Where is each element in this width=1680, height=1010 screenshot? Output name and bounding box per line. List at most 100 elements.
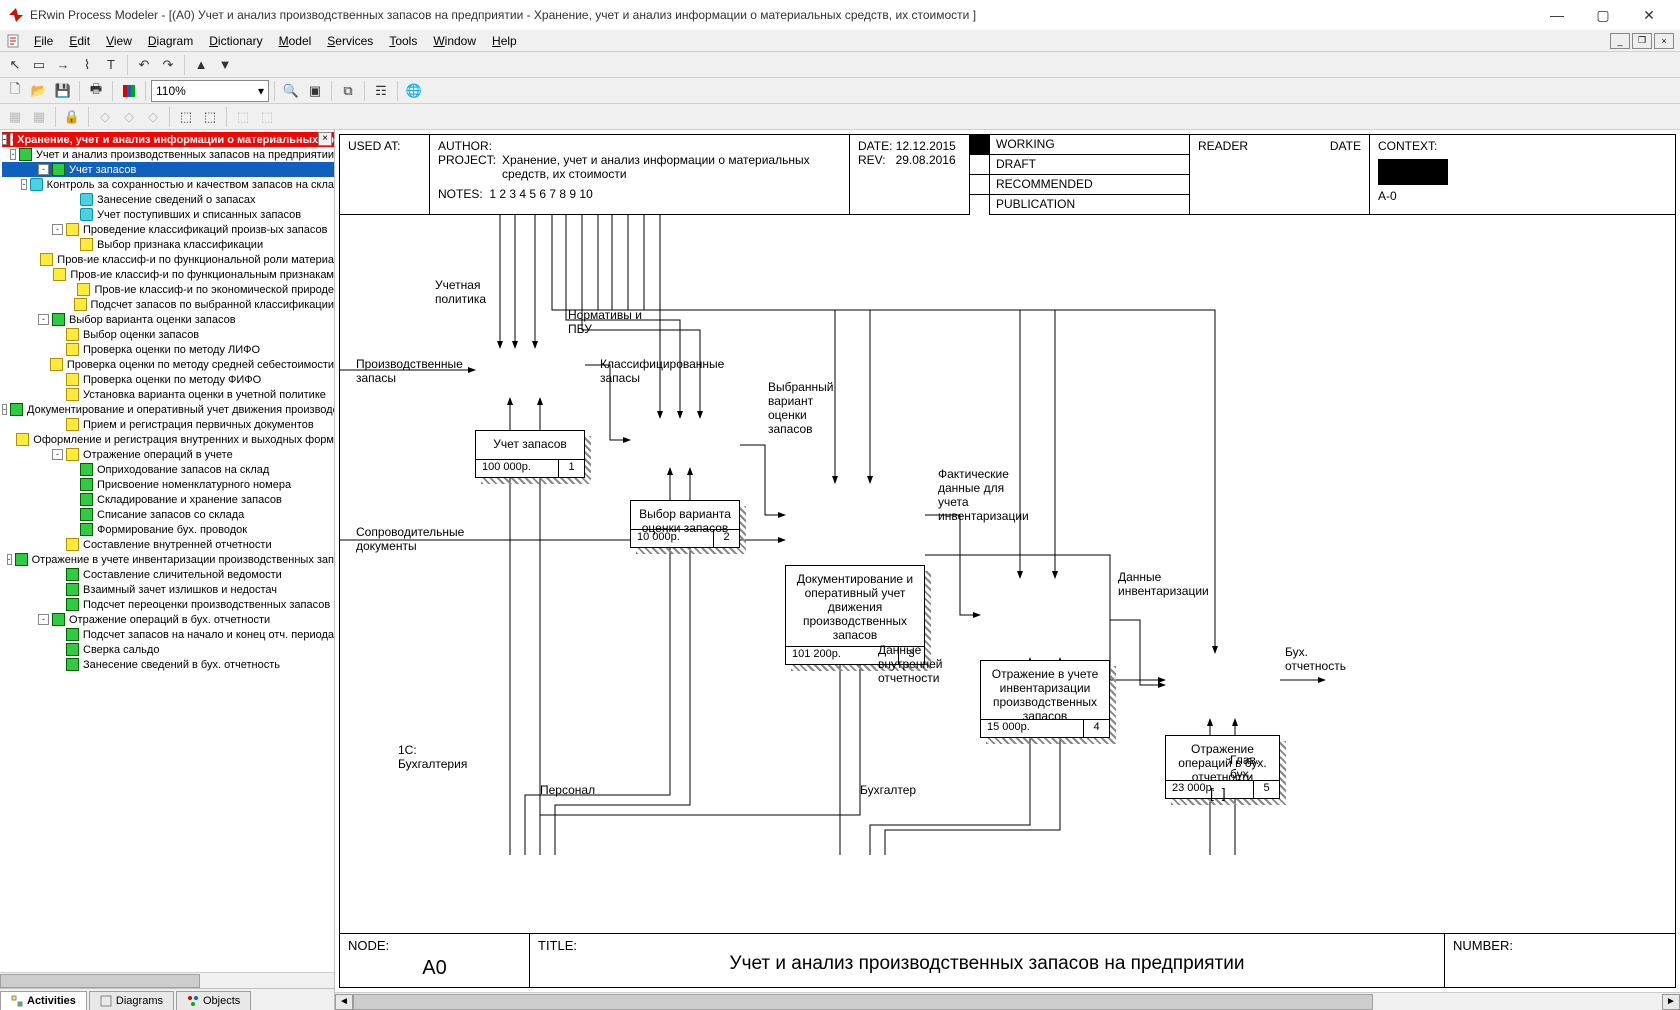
tree-node-14[interactable]: Проверка оценки по методу средней себест… — [2, 357, 334, 372]
tb3-8: ⬚ — [232, 106, 254, 128]
status-recommended: RECOMMENDED — [990, 175, 1189, 194]
print-button[interactable]: 🖶 — [85, 80, 107, 102]
tree-node-19[interactable]: Оформление и регистрация внутренних и вы… — [2, 432, 334, 447]
activity-box-2[interactable]: Выбор варианта оценки запасов10 000р.2 — [630, 500, 740, 548]
activity-tree[interactable]: -Хранение, учет и анализ информации о ма… — [0, 130, 334, 972]
label-class: Классифицированные запасы — [600, 357, 724, 385]
tab-diagrams[interactable]: Diagrams — [89, 991, 174, 1010]
pointer-tool[interactable]: ↖ — [4, 54, 26, 76]
tree-node-30[interactable]: Подсчет переоценки производственных запа… — [2, 597, 334, 612]
menu-services[interactable]: Services — [319, 32, 381, 50]
tree-node-0[interactable]: -Учет и анализ производственных запасов … — [2, 147, 334, 162]
diagram-canvas[interactable]: USED AT: AUTHOR: PROJECT:Хранение, учет … — [335, 130, 1680, 1010]
arrow-tool[interactable]: → — [52, 54, 74, 76]
tree-node-2[interactable]: -Контроль за сохранностью и качеством за… — [2, 177, 334, 192]
label-soprov: Сопроводительные документы — [356, 525, 464, 553]
tree-node-22[interactable]: Присвоение номенклатурного номера — [2, 477, 334, 492]
tree-node-34[interactable]: Занесение сведений в бух. отчетность — [2, 657, 334, 672]
menu-view[interactable]: View — [98, 32, 140, 50]
menu-window[interactable]: Window — [425, 32, 484, 50]
tree-node-29[interactable]: Взаимный зачет излишков и недостач — [2, 582, 334, 597]
header-project: Хранение, учет и анализ информации о мат… — [502, 153, 822, 181]
tree-node-13[interactable]: Проверка оценки по методу ЛИФО — [2, 342, 334, 357]
tree-node-16[interactable]: Установка варианта оценки в учетной поли… — [2, 387, 334, 402]
palette-button[interactable] — [118, 80, 140, 102]
undo-tool[interactable]: ↶ — [133, 54, 155, 76]
zoom-select[interactable]: 110%▾ — [151, 80, 269, 102]
tree-node-23[interactable]: Складирование и хранение запасов — [2, 492, 334, 507]
tree-node-3[interactable]: Занесение сведений о запасах — [2, 192, 334, 207]
tree-node-9[interactable]: Пров-ие классиф-и по экономической приро… — [2, 282, 334, 297]
tree-node-28[interactable]: Составление сличительной ведомости — [2, 567, 334, 582]
menu-file[interactable]: File — [26, 32, 61, 50]
tree-node-1[interactable]: -Учет запасов — [2, 162, 334, 177]
tree-node-8[interactable]: Пров-ие классиф-и по функциональным приз… — [2, 267, 334, 282]
activity-tool[interactable]: ▭ — [28, 54, 50, 76]
menu-diagram[interactable]: Diagram — [140, 32, 201, 50]
tree-node-20[interactable]: -Отражение операций в учете — [2, 447, 334, 462]
titlebar: ERwin Process Modeler - [(A0) Учет и ана… — [0, 0, 1680, 30]
label-person: Персонал — [540, 783, 595, 797]
menu-tools[interactable]: Tools — [381, 32, 425, 50]
label-prod: Производственные запасы — [356, 357, 463, 385]
tree-node-27[interactable]: -Отражение в учете инвентаризации произв… — [2, 552, 334, 567]
maximize-button[interactable]: ▢ — [1580, 0, 1626, 30]
tree-node-6[interactable]: Выбор признака классификации — [2, 237, 334, 252]
new-button[interactable]: 🗋 — [4, 80, 26, 102]
redo-tool[interactable]: ↷ — [157, 54, 179, 76]
activity-box-1[interactable]: Учет запасов100 000р.1 — [475, 430, 585, 478]
minimize-button[interactable]: — — [1534, 0, 1580, 30]
header-date: 12.12.2015 — [896, 139, 956, 153]
explorer-close[interactable]: × — [318, 132, 332, 146]
tb3-6[interactable]: ⬚ — [175, 106, 197, 128]
tab-objects[interactable]: Objects — [176, 991, 251, 1010]
tree-node-5[interactable]: -Проведение классификаций произв-ых запа… — [2, 222, 334, 237]
tree-node-10[interactable]: Подсчет запасов по выбранной классификац… — [2, 297, 334, 312]
tree-node-21[interactable]: Оприходование запасов на склад — [2, 462, 334, 477]
text-tool[interactable]: T — [100, 54, 122, 76]
tree-node-7[interactable]: Пров-ие классиф-и по функциональной роли… — [2, 252, 334, 267]
mdi-close[interactable]: × — [1654, 33, 1674, 49]
menu-dictionary[interactable]: Dictionary — [201, 32, 270, 50]
activity-box-4[interactable]: Отражение в учете инвентаризации произво… — [980, 660, 1110, 738]
header-rev: 29.08.2016 — [896, 153, 956, 167]
model-explorer-button[interactable]: ⧉ — [337, 80, 359, 102]
zoom-in-button[interactable]: 🔍 — [280, 80, 302, 102]
goto-child-tool[interactable]: ▼ — [214, 54, 236, 76]
tree-node-18[interactable]: Прием и регистрация первичных документов — [2, 417, 334, 432]
tb3-7[interactable]: ⬚ — [199, 106, 221, 128]
mdi-restore[interactable]: ❐ — [1632, 33, 1652, 49]
tree-root[interactable]: -Хранение, учет и анализ информации о ма… — [2, 132, 334, 147]
mdi-minimize[interactable]: _ — [1610, 33, 1630, 49]
spell-button[interactable]: 🌐 — [403, 80, 425, 102]
tree-node-11[interactable]: -Выбор варианта оценки запасов — [2, 312, 334, 327]
tree-node-17[interactable]: -Документирование и оперативный учет дви… — [2, 402, 334, 417]
menu-help[interactable]: Help — [484, 32, 525, 50]
tree-node-24[interactable]: Списание запасов со склада — [2, 507, 334, 522]
status-publication: PUBLICATION — [990, 195, 1189, 215]
tree-node-26[interactable]: Составление внутренней отчетности — [2, 537, 334, 552]
tree-node-15[interactable]: Проверка оценки по методу ФИФО — [2, 372, 334, 387]
tree-scrollbar[interactable] — [0, 972, 334, 988]
label-norm: Нормативы и ПБУ — [568, 308, 642, 336]
tree-node-31[interactable]: -Отражение операций в бух. отчетности — [2, 612, 334, 627]
tunnel-marks: [ ] — [1210, 785, 1228, 801]
goto-parent-tool[interactable]: ▲ — [190, 54, 212, 76]
close-button[interactable]: ✕ — [1626, 0, 1672, 30]
menu-model[interactable]: Model — [271, 32, 320, 50]
zoom-fit-button[interactable]: ▣ — [304, 80, 326, 102]
label-1c: 1С: Бухгалтерия — [398, 743, 467, 771]
save-button[interactable]: 💾 — [52, 80, 74, 102]
tree-node-25[interactable]: Формирование бух. проводок — [2, 522, 334, 537]
tree-node-4[interactable]: Учет поступивших и списанных запасов — [2, 207, 334, 222]
squiggle-tool[interactable]: ⌇ — [76, 54, 98, 76]
header-used-at: USED AT: — [340, 135, 430, 214]
tree-node-32[interactable]: Подсчет запасов на начало и конец отч. п… — [2, 627, 334, 642]
tree-node-12[interactable]: Выбор оценки запасов — [2, 327, 334, 342]
canvas-scrollbar[interactable]: ◄► — [335, 992, 1680, 1010]
tab-activities[interactable]: Activities — [0, 991, 87, 1010]
menu-edit[interactable]: Edit — [61, 32, 98, 50]
tree-node-33[interactable]: Сверка сальдо — [2, 642, 334, 657]
report-button[interactable]: ☶ — [370, 80, 392, 102]
open-button[interactable]: 📂 — [28, 80, 50, 102]
